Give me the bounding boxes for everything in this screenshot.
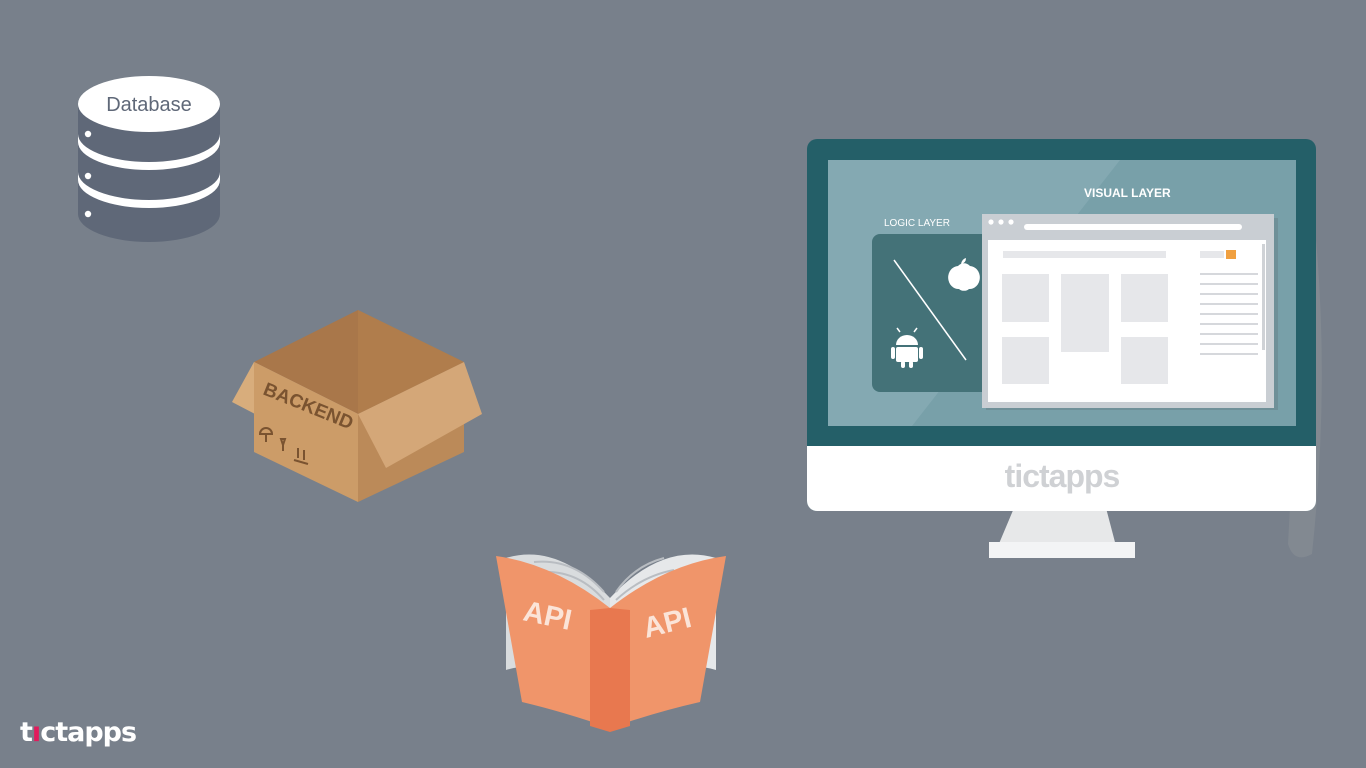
logo-prefix: t [20,717,33,748]
database-icon: Database [78,76,220,242]
database-label: Database [106,94,192,116]
logic-layer-label: LOGIC LAYER [884,218,950,229]
tictapps-logo: tıctapps [20,717,137,748]
monitor-illustration: VISUAL LAYER LOGIC LAYER tictapps [807,139,1322,558]
api-book-icon: API API [496,554,726,732]
visual-layer-label: VISUAL LAYER [1084,186,1171,200]
logo-dot-icon: ı [31,717,41,748]
logo-suffix: ctapps [40,717,137,748]
monitor-brand-logo: tictapps [1005,458,1120,494]
backend-box-icon: BACKEND [232,310,482,502]
